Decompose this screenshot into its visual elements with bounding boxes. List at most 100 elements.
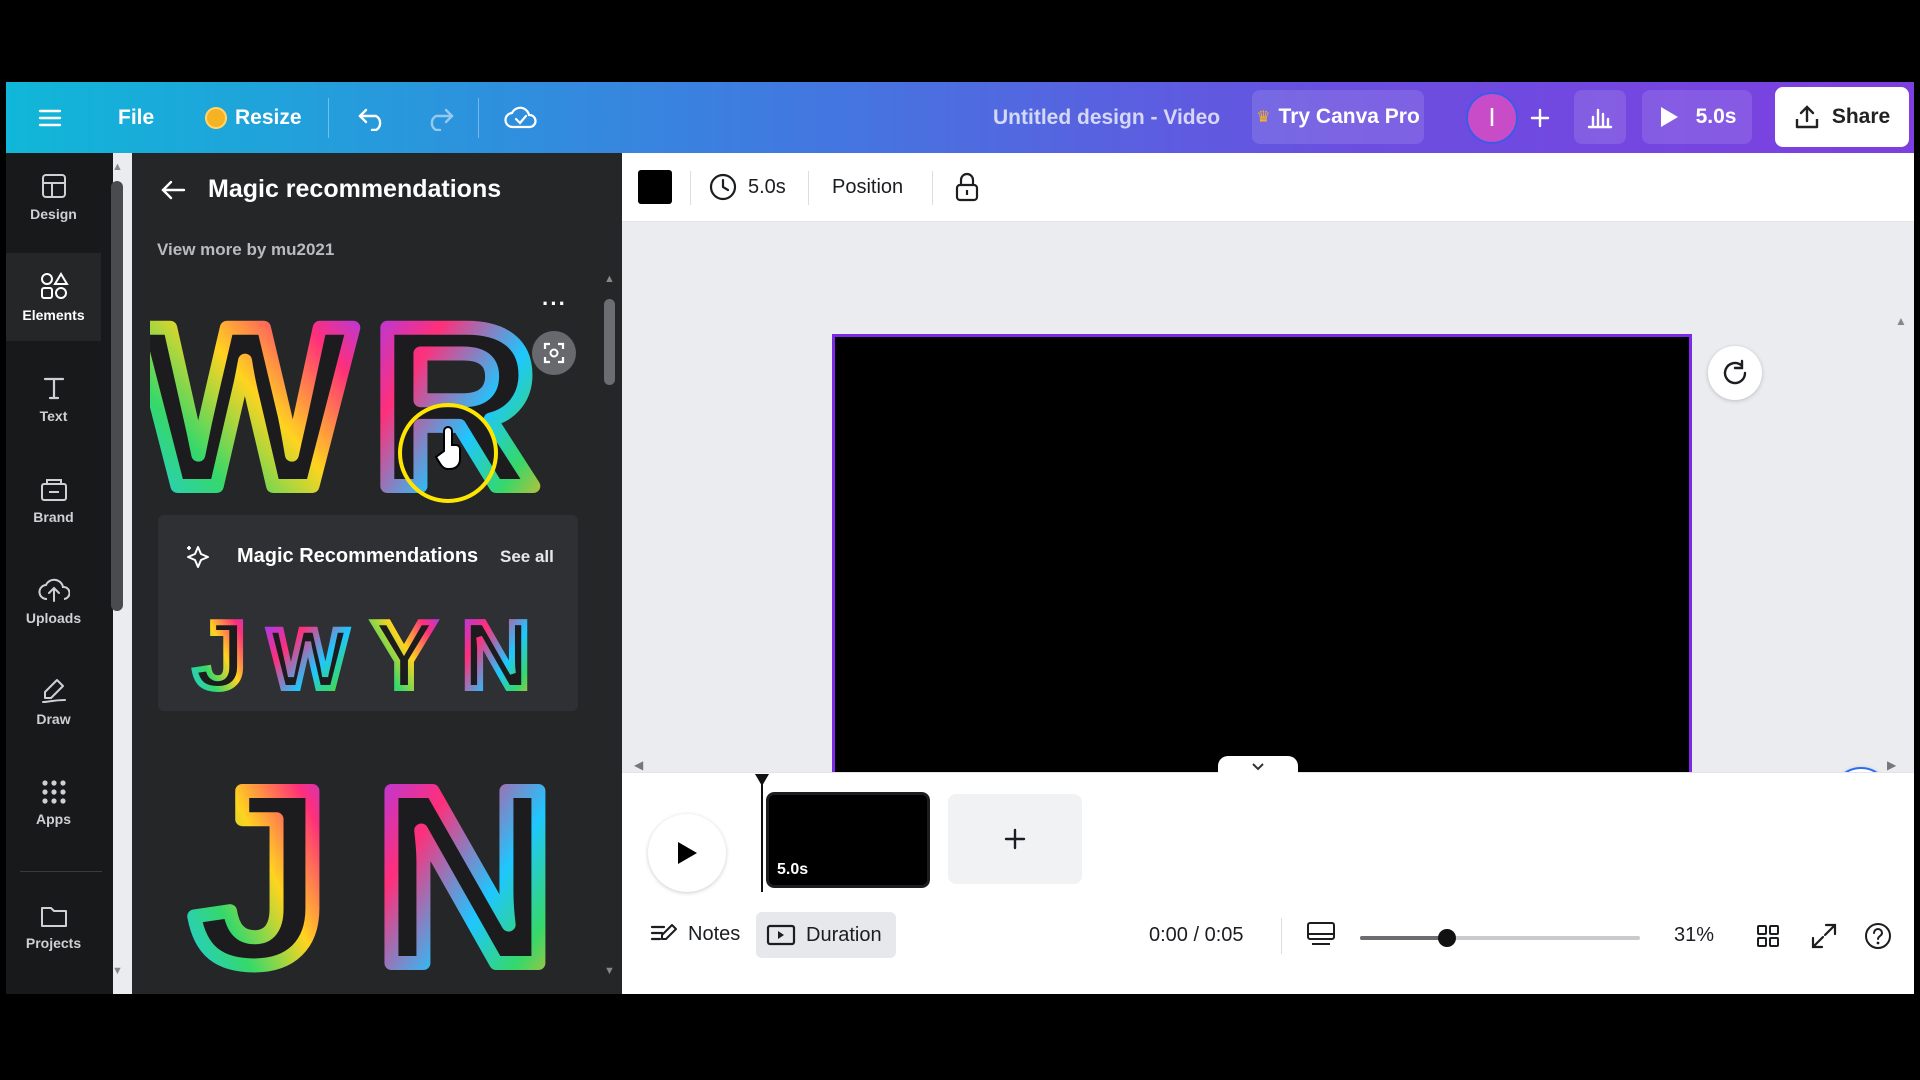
- lock-button[interactable]: [954, 153, 980, 221]
- side-rail: Design Elements Text Brand Uploads Draw …: [6, 153, 123, 994]
- design-title-text: Untitled design - Video: [993, 105, 1221, 129]
- thumb-j[interactable]: J: [190, 599, 249, 703]
- timeline-clip[interactable]: 5.0s: [764, 790, 932, 890]
- color-swatch-button[interactable]: [638, 153, 672, 221]
- scroll-right-icon[interactable]: ▶: [1887, 758, 1896, 772]
- invite-button[interactable]: [1530, 82, 1550, 153]
- resize-button[interactable]: Resize: [205, 82, 302, 153]
- panel-scroll-down-icon[interactable]: ▼: [604, 965, 615, 977]
- divider: [690, 171, 691, 205]
- scroll-left-icon[interactable]: ◀: [634, 758, 643, 772]
- try-canva-pro-button[interactable]: ♛ Try Canva Pro: [1252, 90, 1424, 144]
- scroll-up-icon[interactable]: ▲: [1895, 314, 1907, 328]
- rail-label: Apps: [36, 811, 71, 827]
- view-more-text: View more by mu2021: [157, 240, 335, 259]
- magic-section-title: Magic Recommendations: [237, 545, 479, 567]
- zoom-level[interactable]: 31%: [1674, 924, 1714, 947]
- color-swatch: [638, 170, 672, 204]
- view-more-link[interactable]: View more by mu2021: [157, 240, 334, 260]
- rail-label: Projects: [25, 935, 82, 951]
- thumb-y[interactable]: Y: [369, 599, 439, 703]
- present-button[interactable]: 5.0s: [1642, 90, 1752, 144]
- zoom-slider[interactable]: [1360, 929, 1640, 947]
- canvas-area: ▲ ▼: [622, 222, 1914, 836]
- sticker-n[interactable]: N: [368, 730, 563, 993]
- visual-search-button[interactable]: [532, 331, 576, 375]
- rail-scroll-down-icon[interactable]: ▼: [112, 965, 123, 977]
- rail-label: Draw: [36, 711, 71, 727]
- refresh-page-button[interactable]: [1708, 346, 1762, 400]
- add-page-button[interactable]: [948, 794, 1082, 884]
- see-all-link[interactable]: See all: [500, 547, 554, 567]
- menu-button[interactable]: [38, 82, 62, 153]
- undo-button[interactable]: [356, 82, 388, 153]
- panel-scrollbar-thumb[interactable]: [604, 299, 615, 385]
- share-button[interactable]: Share: [1775, 87, 1909, 147]
- divider: [478, 98, 479, 138]
- hamburger-icon: [38, 109, 62, 126]
- pen-icon: [41, 679, 66, 703]
- save-status-button[interactable]: [504, 82, 538, 153]
- collapse-timeline-button[interactable]: [1218, 756, 1298, 778]
- undo-icon: [358, 108, 382, 131]
- file-label: File: [118, 105, 155, 129]
- grid-view-icon: [1757, 925, 1779, 947]
- rail-brand[interactable]: Brand: [6, 456, 101, 544]
- play-icon: [1660, 107, 1678, 127]
- grid-icon: [41, 780, 66, 804]
- sparkle-icon: [187, 546, 209, 568]
- redo-icon: [430, 108, 454, 131]
- page-view-button[interactable]: [1306, 920, 1336, 953]
- design-canvas[interactable]: [832, 334, 1692, 820]
- rail-scroll-up-icon[interactable]: ▲: [112, 161, 123, 173]
- notes-button[interactable]: Notes: [642, 912, 748, 956]
- video-clip-icon: [766, 924, 796, 946]
- design-title[interactable]: Untitled design - Video: [993, 82, 1220, 153]
- chevron-down-icon: [1252, 763, 1264, 771]
- panel-header: Magic recommendations: [160, 175, 501, 204]
- panel-scroll-up-icon[interactable]: ▲: [604, 273, 615, 285]
- rail-scrollbar[interactable]: [111, 181, 123, 611]
- back-arrow-icon[interactable]: [160, 179, 186, 201]
- position-button[interactable]: Position: [832, 153, 903, 221]
- duration-toggle-button[interactable]: Duration: [756, 912, 896, 958]
- help-button[interactable]: [1864, 922, 1892, 955]
- rail-text[interactable]: Text: [6, 355, 101, 443]
- rail-divider: [20, 871, 102, 872]
- try-pro-label: Try Canva Pro: [1278, 105, 1420, 128]
- play-button[interactable]: [648, 814, 726, 892]
- rail-design[interactable]: Design: [6, 153, 101, 241]
- more-options-icon[interactable]: ···: [542, 291, 567, 317]
- rail-projects[interactable]: Projects: [6, 883, 101, 971]
- brand-icon: [40, 479, 67, 501]
- duration-button[interactable]: 5.0s: [708, 153, 786, 221]
- sticker-r[interactable]: R: [365, 271, 545, 511]
- scan-icon: [543, 342, 565, 364]
- grid-view-button[interactable]: [1756, 924, 1780, 953]
- thumb-n[interactable]: N: [458, 599, 533, 703]
- panel-title: Magic recommendations: [208, 175, 502, 203]
- sticker-j[interactable]: J: [183, 730, 336, 993]
- timeline: ◀ ▶ 5.0s Notes Duration 0:00 / 0:05 31%: [622, 756, 1914, 994]
- fullscreen-button[interactable]: [1810, 922, 1838, 955]
- svg-text:R: R: [372, 278, 538, 511]
- rail-uploads[interactable]: Uploads: [6, 557, 101, 645]
- thumb-w[interactable]: W: [265, 609, 351, 703]
- clock-icon: [709, 173, 737, 201]
- zoom-slider-thumb[interactable]: [1437, 929, 1456, 947]
- duration-value: 5.0s: [748, 175, 786, 198]
- file-menu[interactable]: File: [118, 82, 154, 153]
- rail-label: Text: [39, 408, 68, 424]
- magic-thumbs: J W Y N: [190, 599, 533, 703]
- redo-button[interactable]: [424, 82, 456, 153]
- crown-icon: [205, 106, 227, 129]
- cloud-upload-icon: [38, 578, 70, 602]
- top-bar: File Resize Untitled design - Video ♛ Tr…: [6, 82, 1914, 153]
- avatar[interactable]: I: [1466, 82, 1518, 153]
- rail-draw[interactable]: Draw: [6, 658, 101, 746]
- insights-button[interactable]: [1574, 90, 1626, 144]
- recommendation-grid-bottom: J N: [183, 730, 563, 993]
- rail-elements[interactable]: Elements: [6, 253, 101, 341]
- sticker-w[interactable]: W: [150, 271, 361, 511]
- rail-apps[interactable]: Apps: [6, 759, 101, 847]
